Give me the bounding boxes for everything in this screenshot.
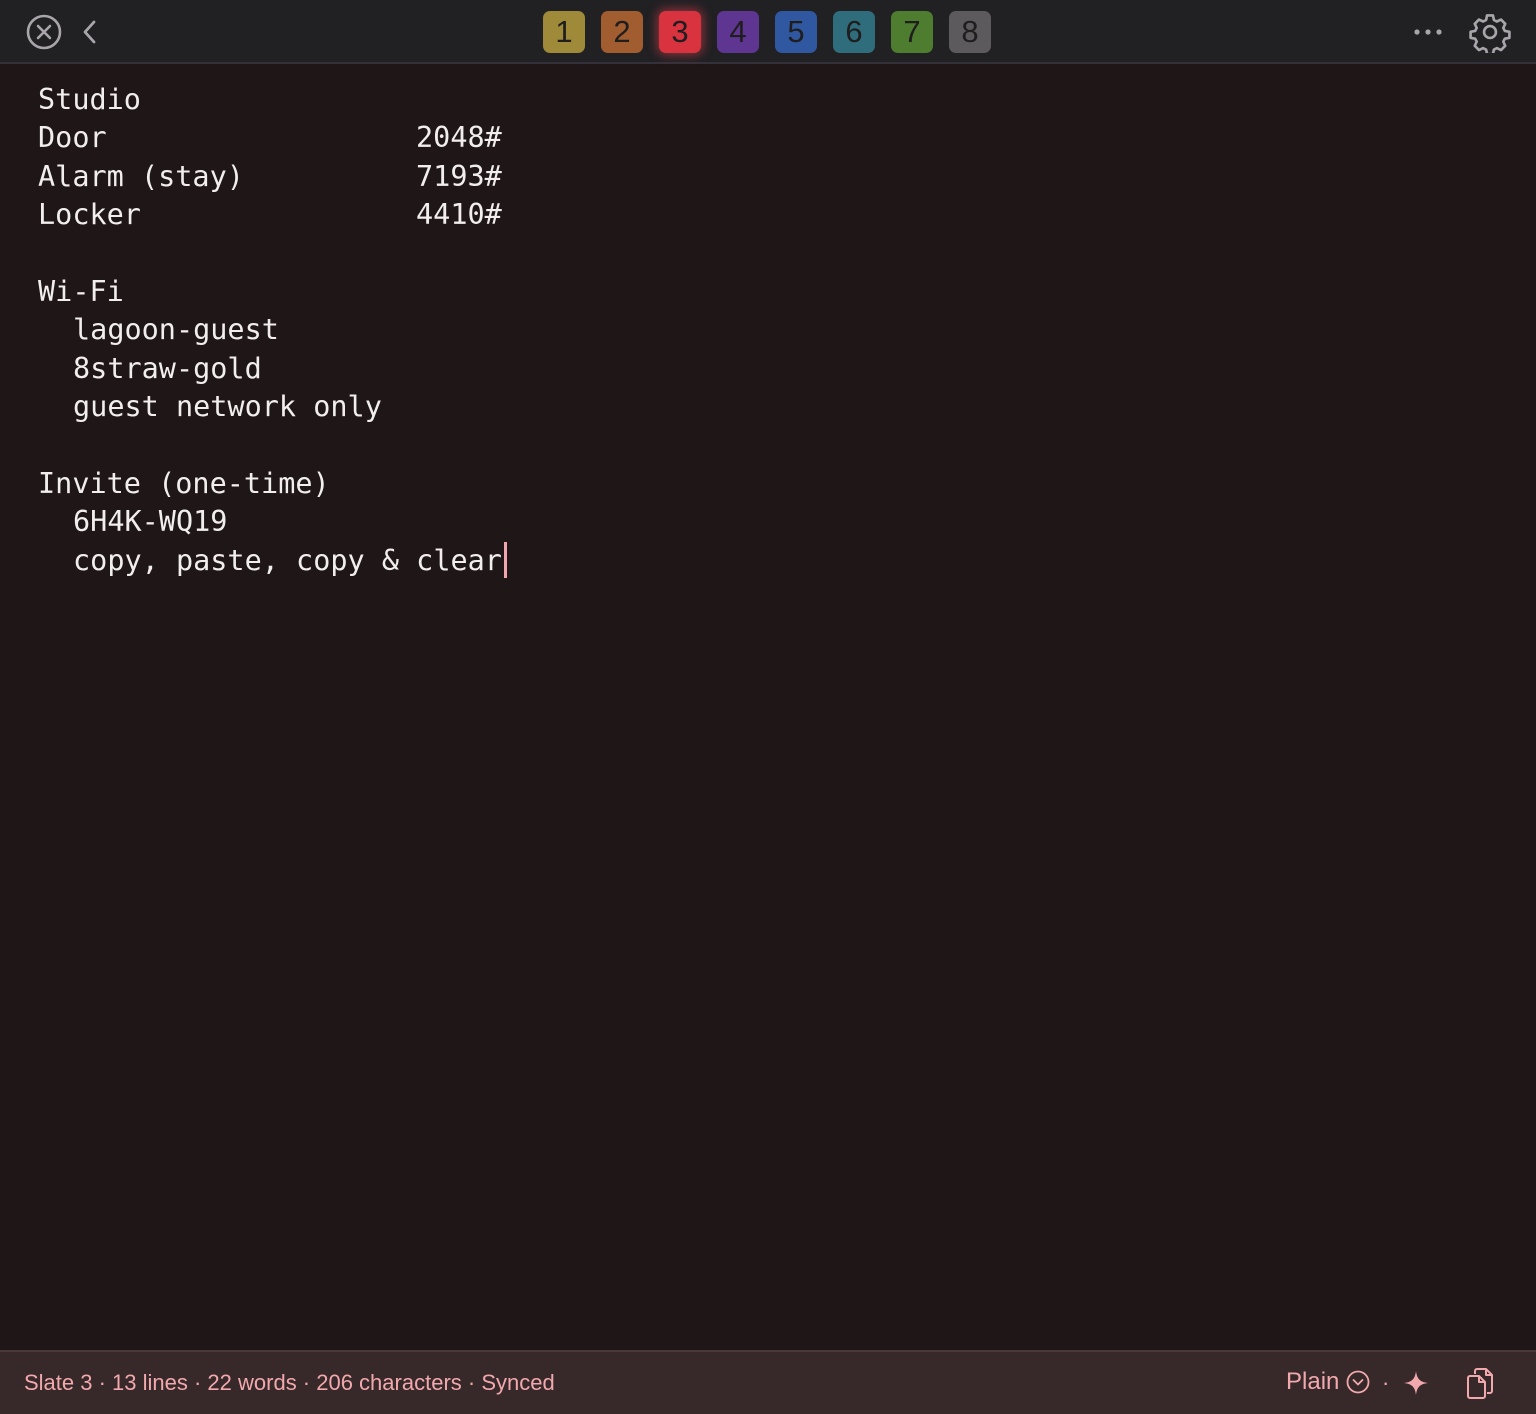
studio-heading: Studio — [38, 83, 141, 116]
tab-slate-1[interactable]: 1 — [543, 11, 585, 53]
locker-label: Locker — [38, 198, 141, 232]
tab-label: 5 — [787, 14, 805, 49]
tab-label: 6 — [845, 14, 863, 49]
tab-label: 1 — [555, 14, 573, 49]
app-window: 1 2 3 4 5 6 7 8 Studio Door 2048# Alarm … — [0, 0, 1536, 1414]
locker-code: 4410# — [416, 198, 502, 232]
note-editor[interactable]: Studio Door 2048# Alarm (stay) 7193# Loc… — [38, 81, 1498, 1331]
wifi-password: 8straw-gold — [73, 351, 262, 385]
tab-label: 8 — [961, 14, 979, 49]
tab-slate-6[interactable]: 6 — [833, 11, 875, 53]
ai-assist-button[interactable] — [1400, 1366, 1432, 1400]
more-options-button[interactable] — [1406, 14, 1450, 50]
close-button[interactable] — [24, 12, 64, 52]
title-bar: 1 2 3 4 5 6 7 8 — [0, 0, 1536, 64]
invite-note: copy, paste, copy & clear — [73, 543, 502, 577]
tab-slate-8[interactable]: 8 — [949, 11, 991, 53]
text-caret — [503, 541, 507, 578]
chevron-left-icon — [83, 20, 96, 44]
slate-tabs: 1 2 3 4 5 6 7 8 — [543, 11, 991, 53]
tab-label: 7 — [903, 14, 921, 49]
wifi-note: guest network only — [73, 390, 382, 424]
alarm-code: 7193# — [416, 159, 502, 193]
door-label: Door — [38, 121, 107, 155]
mode-selector[interactable]: Plain — [1286, 1368, 1371, 1396]
locker-row: Locker 4410# — [38, 196, 1498, 234]
tab-label: 2 — [613, 14, 631, 49]
tab-label: 3 — [671, 14, 689, 49]
tab-slate-2[interactable]: 2 — [601, 11, 643, 53]
invite-heading: Invite (one-time) — [38, 466, 330, 500]
close-circle-icon — [26, 14, 62, 50]
back-button[interactable] — [74, 14, 106, 50]
status-summary: Slate 3 · 13 lines · 22 words · 206 char… — [24, 1370, 555, 1395]
tab-slate-4[interactable]: 4 — [717, 11, 759, 53]
settings-button[interactable] — [1466, 9, 1514, 55]
invite-code: 6H4K-WQ19 — [73, 505, 228, 539]
tab-label: 4 — [729, 14, 747, 49]
ellipsis-icon — [1414, 29, 1442, 35]
alarm-row: Alarm (stay) 7193# — [38, 158, 1498, 196]
copy-clipboard-icon — [1467, 1368, 1493, 1399]
tab-slate-7[interactable]: 7 — [891, 11, 933, 53]
door-code: 2048# — [416, 121, 502, 155]
status-bar: Slate 3 · 13 lines · 22 words · 206 char… — [0, 1350, 1536, 1414]
copy-button[interactable] — [1462, 1364, 1498, 1402]
tab-slate-3[interactable]: 3 — [659, 11, 701, 53]
alarm-label: Alarm (stay) — [38, 159, 244, 193]
tab-slate-5[interactable]: 5 — [775, 11, 817, 53]
wifi-heading: Wi-Fi — [38, 274, 124, 308]
invite-note-line: copy, paste, copy & clear — [38, 541, 1498, 580]
door-row: Door 2048# — [38, 119, 1498, 157]
chevron-down-circle-icon — [1346, 1370, 1370, 1394]
mode-label: Plain — [1286, 1368, 1340, 1395]
wifi-network: lagoon-guest — [73, 313, 279, 347]
gear-icon — [1469, 14, 1511, 53]
status-separator: · — [1382, 1370, 1390, 1395]
sparkle-icon — [1404, 1371, 1428, 1395]
